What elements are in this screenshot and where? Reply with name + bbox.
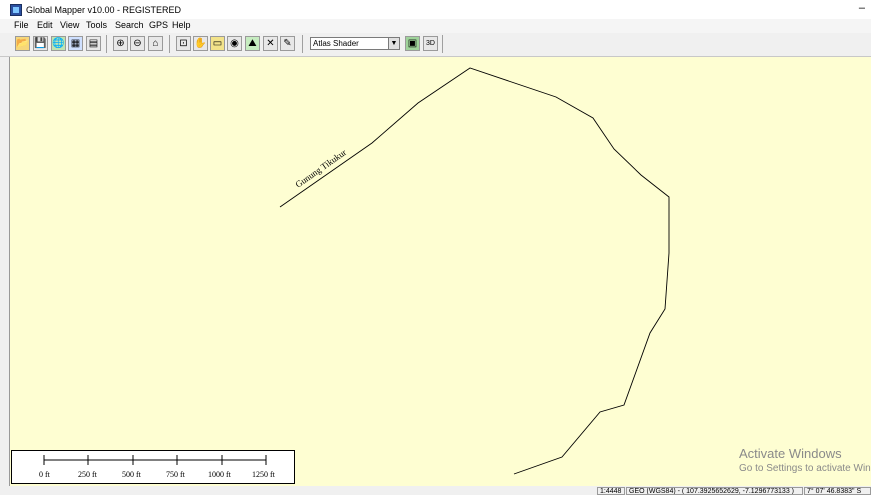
zoom-out-icon[interactable]: ⊖ — [130, 36, 145, 51]
activation-watermark-subtitle: Go to Settings to activate Windows. — [739, 463, 871, 474]
toolbar-separator — [442, 35, 443, 53]
map-svg: Gunung Tikukur — [279, 67, 670, 475]
activation-watermark-title: Activate Windows — [739, 446, 842, 461]
zoom-in-icon[interactable]: ⊕ — [113, 36, 128, 51]
menu-gps[interactable]: GPS — [149, 20, 168, 30]
home-icon[interactable]: ⌂ — [148, 36, 163, 51]
config-icon[interactable]: ▦ — [68, 36, 83, 51]
toolbar: 📂 💾 🌐 ▦ ▤ ⊕ ⊖ ⌂ ⊡ ✋ ▭ ◉ ⛰ ✕ ✎ ▣ 3D — [0, 33, 871, 57]
toolbar-separator — [302, 35, 303, 53]
measure-ruler-icon[interactable]: ▭ — [210, 36, 225, 51]
toolbar-separator — [169, 35, 170, 53]
scale-bar: 0 ft 250 ft 500 ft 750 ft 1000 ft 1250 f… — [11, 450, 295, 484]
scale-label: 250 ft — [78, 470, 97, 479]
scale-label: 1000 ft — [208, 470, 231, 479]
data-icon[interactable]: ▤ — [86, 36, 101, 51]
feature-label: Gunung Tikukur — [293, 147, 348, 189]
menu-view[interactable]: View — [60, 20, 79, 30]
shader-dropdown[interactable]: Atlas Shader ▼ — [310, 37, 400, 50]
scale-bar-ruler — [43, 455, 267, 465]
pen-edit-icon[interactable]: ✎ — [280, 36, 295, 51]
window-title: Global Mapper v10.00 - REGISTERED — [26, 5, 182, 15]
status-bar: 1:4448 GEO (WGS84) - ( 107.3925652629, -… — [0, 486, 871, 495]
globe-icon[interactable]: 🌐 — [51, 36, 66, 51]
scale-label: 750 ft — [166, 470, 185, 479]
status-coordinates: GEO (WGS84) - ( 107.3925652629, -7.12967… — [626, 487, 803, 495]
menu-bar: File Edit View Tools Search GPS Help — [0, 19, 871, 33]
open-folder-icon[interactable]: 📂 — [15, 36, 30, 51]
path-profile-icon[interactable]: ⛰ — [245, 36, 260, 51]
scale-label: 500 ft — [122, 470, 141, 479]
minimize-button[interactable]: – — [859, 2, 865, 14]
map-canvas[interactable]: Gunung Tikukur — [9, 57, 871, 486]
menu-search[interactable]: Search — [115, 20, 144, 30]
chevron-down-icon[interactable]: ▼ — [388, 38, 399, 49]
menu-file[interactable]: File — [14, 20, 29, 30]
status-scale: 1:4448 — [597, 487, 625, 495]
shader-image-icon[interactable]: ▣ — [405, 36, 420, 51]
scale-label: 0 ft — [39, 470, 50, 479]
info-icon[interactable]: ◉ — [227, 36, 242, 51]
menu-help[interactable]: Help — [172, 20, 191, 30]
menu-tools[interactable]: Tools — [86, 20, 107, 30]
app-globe-icon[interactable] — [10, 4, 22, 16]
menu-edit[interactable]: Edit — [37, 20, 53, 30]
save-icon[interactable]: 💾 — [33, 36, 48, 51]
digitizer-icon[interactable]: ✕ — [263, 36, 278, 51]
status-dms: 7° 07' 46.8383" S — [804, 487, 871, 495]
shader-selected-value: Atlas Shader — [313, 39, 359, 48]
pan-hand-icon[interactable]: ✋ — [193, 36, 208, 51]
scale-label: 1250 ft — [252, 470, 275, 479]
zoom-tool-icon[interactable]: ⊡ — [176, 36, 191, 51]
toolbar-separator — [106, 35, 107, 53]
contour-line[interactable] — [279, 67, 670, 475]
view-3d-icon[interactable]: 3D — [423, 36, 438, 51]
title-bar: Global Mapper v10.00 - REGISTERED – — [0, 0, 871, 19]
